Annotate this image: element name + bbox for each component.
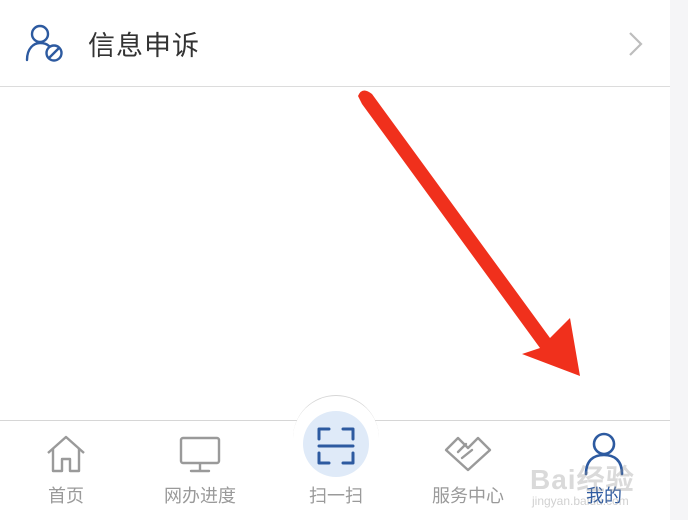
user-icon <box>584 432 624 476</box>
tab-home-label: 首页 <box>48 486 84 507</box>
tab-scan-label: 扫一扫 <box>309 486 363 507</box>
tab-service[interactable]: 服务中心 <box>418 420 518 520</box>
user-block-icon <box>25 24 63 62</box>
tab-progress-label: 网办进度 <box>164 486 236 507</box>
info-appeal-label: 信息申诉 <box>88 31 200 62</box>
tab-mine[interactable]: 我的 <box>554 420 654 520</box>
scan-icon <box>317 427 355 465</box>
home-icon <box>47 435 85 473</box>
tab-home[interactable]: 首页 <box>16 420 116 520</box>
tab-service-label: 服务中心 <box>432 486 504 507</box>
tab-scan[interactable]: 扫一扫 <box>286 420 386 520</box>
monitor-icon <box>179 436 221 473</box>
right-edge-strip <box>670 0 688 520</box>
chevron-right-icon <box>629 32 643 56</box>
info-appeal-row[interactable]: 信息申诉 <box>0 0 670 87</box>
handshake-icon <box>444 436 492 472</box>
tab-progress[interactable]: 网办进度 <box>150 420 250 520</box>
tab-mine-label: 我的 <box>586 486 622 507</box>
